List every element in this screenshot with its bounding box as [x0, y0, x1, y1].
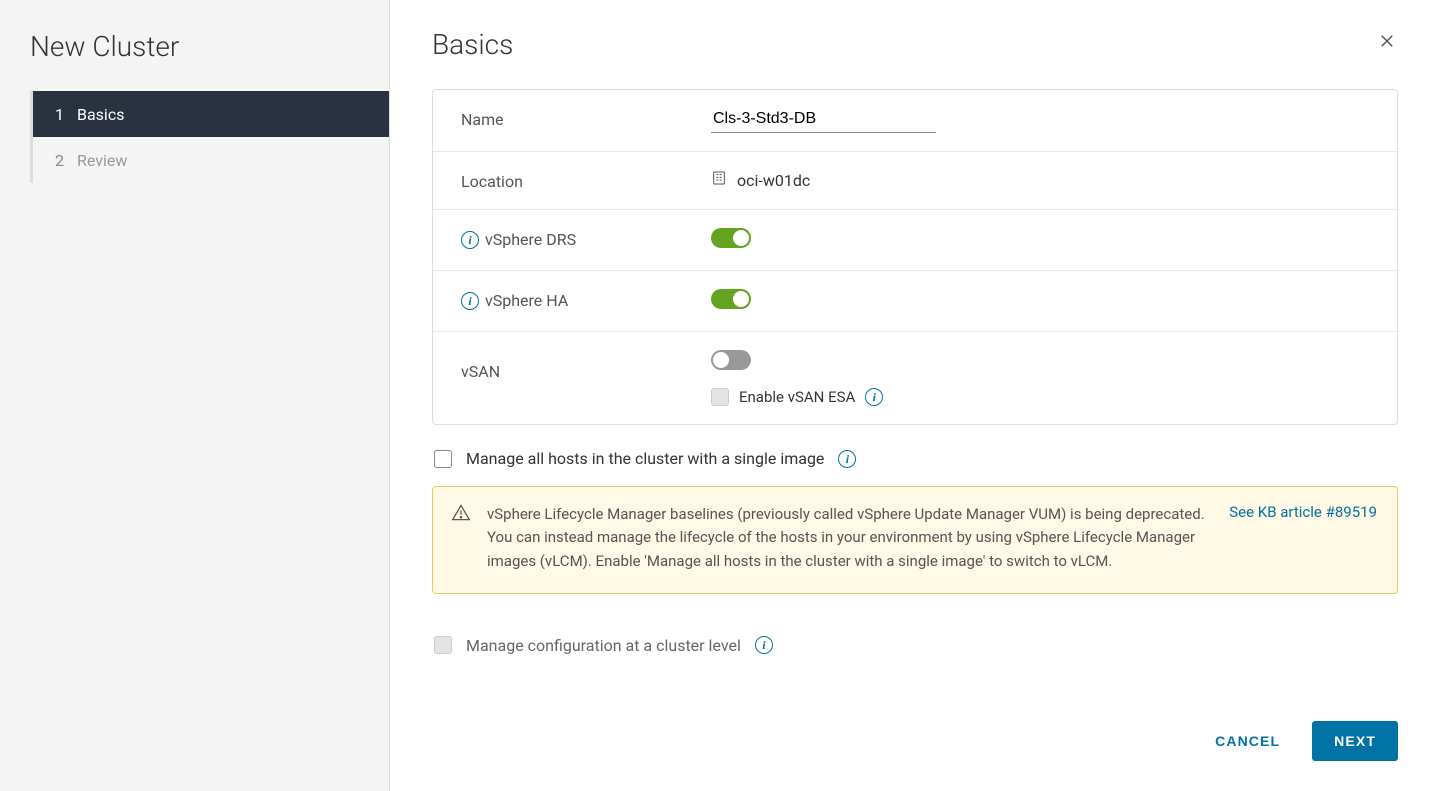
- drs-label: vSphere DRS: [485, 230, 576, 249]
- wizard-content: Basics Name Location: [390, 0, 1440, 791]
- wizard-steps: 1 Basics 2 Review: [30, 91, 389, 183]
- info-icon[interactable]: i: [755, 636, 773, 654]
- step-number: 1: [55, 105, 77, 124]
- info-icon[interactable]: i: [461, 292, 479, 310]
- ha-label: vSphere HA: [485, 291, 568, 310]
- name-input[interactable]: [711, 108, 936, 133]
- vsan-label: vSAN: [461, 362, 500, 381]
- manage-single-image-checkbox[interactable]: [434, 450, 452, 468]
- wizard-sidebar: New Cluster 1 Basics 2 Review: [0, 0, 390, 791]
- row-drs: i vSphere DRS: [433, 210, 1397, 271]
- page-title: Basics: [432, 28, 513, 61]
- close-icon[interactable]: [1374, 28, 1400, 54]
- manage-cluster-level-checkbox: [434, 636, 452, 654]
- step-label: Basics: [77, 105, 124, 124]
- name-label: Name: [461, 108, 711, 129]
- datacenter-icon: [711, 170, 727, 190]
- new-cluster-dialog: New Cluster 1 Basics 2 Review Basics Nam…: [0, 0, 1440, 791]
- manage-single-image-label: Manage all hosts in the cluster with a s…: [466, 449, 824, 468]
- ha-toggle[interactable]: [711, 289, 751, 309]
- step-label: Review: [77, 151, 127, 170]
- drs-toggle[interactable]: [711, 228, 751, 248]
- step-number: 2: [55, 151, 77, 170]
- manage-cluster-level-label: Manage configuration at a cluster level: [466, 636, 741, 655]
- location-value: oci-w01dc: [737, 171, 810, 190]
- vsan-toggle[interactable]: [711, 350, 751, 370]
- wizard-step-basics[interactable]: 1 Basics: [33, 91, 389, 137]
- content-header: Basics: [390, 0, 1440, 89]
- row-vsan: vSAN Enable vSAN ESA i: [433, 332, 1397, 424]
- dialog-footer: CANCEL NEXT: [390, 691, 1440, 791]
- manage-cluster-level-row: Manage configuration at a cluster level …: [432, 612, 1398, 655]
- form-body: Name Location: [390, 89, 1440, 691]
- vsan-esa-row: Enable vSAN ESA i: [711, 388, 1397, 406]
- vsan-esa-label: Enable vSAN ESA: [739, 388, 855, 406]
- info-icon[interactable]: i: [838, 450, 856, 468]
- kb-article-link[interactable]: See KB article #89519: [1229, 503, 1377, 573]
- row-location: Location oci-w01dc: [433, 152, 1397, 210]
- info-icon[interactable]: i: [865, 388, 883, 406]
- info-icon[interactable]: i: [461, 231, 479, 249]
- cancel-button[interactable]: CANCEL: [1197, 723, 1298, 759]
- sidebar-title: New Cluster: [0, 0, 389, 91]
- alert-text: vSphere Lifecycle Manager baselines (pre…: [487, 503, 1213, 573]
- wizard-step-review[interactable]: 2 Review: [33, 137, 389, 183]
- vsan-esa-checkbox: [711, 388, 729, 406]
- row-name: Name: [433, 90, 1397, 152]
- row-ha: i vSphere HA: [433, 271, 1397, 332]
- deprecation-alert: vSphere Lifecycle Manager baselines (pre…: [432, 486, 1398, 594]
- form-table: Name Location: [432, 89, 1398, 425]
- next-button[interactable]: NEXT: [1312, 721, 1398, 761]
- location-label: Location: [461, 170, 711, 191]
- manage-single-image-row[interactable]: Manage all hosts in the cluster with a s…: [432, 425, 1398, 468]
- warning-icon: [451, 503, 471, 523]
